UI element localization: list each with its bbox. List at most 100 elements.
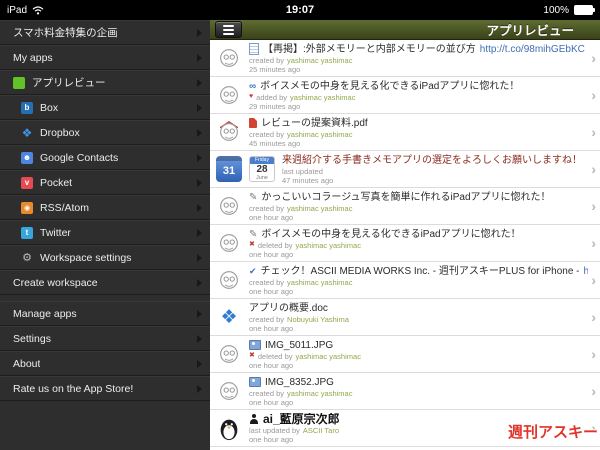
feed-item-time: one hour ago <box>249 324 588 333</box>
feed-item[interactable]: レビューの提案資料.pdf created by yashimac yashimac… <box>210 114 600 151</box>
feed-item-time: 45 minutes ago <box>249 139 588 148</box>
sidebar-item[interactable]: Rate us on the App Store! <box>0 376 210 401</box>
feed-item-time: one hour ago <box>249 287 588 296</box>
chevron-right-icon <box>197 53 202 62</box>
sidebar-item-label: RSS/Atom <box>40 201 90 214</box>
chevron-right-icon: › <box>591 235 596 251</box>
feed-item-meta: created by Nobuyuki Yashima <box>249 315 588 324</box>
feed-item-title: IMG_8352.JPG <box>249 376 588 389</box>
feed-item-title-text: かっこいいコラージュ写真を簡単に作れるiPadアプリに惚れた！ <box>261 191 551 203</box>
feed-item-title-text: レビューの提案資料.pdf <box>261 117 368 129</box>
chevron-right-icon <box>197 253 202 262</box>
sidebar-item-label: Pocket <box>40 176 73 189</box>
timestamp: one hour ago <box>249 323 294 333</box>
sidebar-item[interactable]: Create workspace <box>0 270 210 295</box>
sidebar-item[interactable]: スマホ料金特集の企画 <box>0 20 210 45</box>
chevron-right-icon: › <box>591 383 596 399</box>
feed-item-content: レビューの提案資料.pdf created by yashimac yashimac… <box>249 117 588 148</box>
feed-item-time: one hour ago <box>249 398 588 407</box>
feed-item-link[interactable]: http://t.co/jbChY… <box>584 265 589 278</box>
chevron-right-icon <box>197 128 202 137</box>
avatar-sketch <box>216 119 242 145</box>
feed-item-meta: ✖ deleted by yashimac yashimac <box>249 241 588 250</box>
feed-item-title-text: IMG_8352.JPG <box>265 376 334 388</box>
chevron-right-icon <box>197 384 202 393</box>
feed-item[interactable]: IMG_8352.JPG created by yashimac yashimac o… <box>210 373 600 410</box>
sidebar-item[interactable]: v Pocket <box>0 170 210 195</box>
deleted-icon: ✖ <box>249 352 255 359</box>
feed-item-content: 【再掲】:外部メモリーと内部メモリーの並び方 http://t.co/98mih… <box>249 43 588 74</box>
feed-item-meta: created by yashimac yashimac <box>249 56 588 65</box>
sidebar-item[interactable]: ☻ Google Contacts <box>0 145 210 170</box>
event-date-card: Friday 28 June <box>249 156 275 182</box>
watermark: 週刊アスキー <box>507 424 598 441</box>
sidebar-item-label: Twitter <box>40 226 71 239</box>
event-date-weekday: Friday <box>250 157 274 164</box>
sidebar-item[interactable]: t Twitter <box>0 220 210 245</box>
list-toggle-button[interactable] <box>215 21 242 38</box>
feed-item-meta-prefix: created by <box>249 129 285 139</box>
sidebar-item[interactable]: Manage apps <box>0 301 210 326</box>
sidebar-item[interactable]: b Box <box>0 95 210 120</box>
sidebar-item-label: Workspace settings <box>40 251 132 264</box>
feed-item-meta: created by yashimac yashimac <box>249 130 588 139</box>
feed-list[interactable]: 【再掲】:外部メモリーと内部メモリーの並び方 http://t.co/98mih… <box>210 40 600 450</box>
feed-item-content: IMG_5011.JPG ✖ deleted by yashimac yashimac… <box>249 339 588 370</box>
feed-item-content: 来週紹介する手書きメモアプリの選定をよろしくお願いしますね！ last updat… <box>282 154 588 185</box>
sidebar-item-label: About <box>13 357 41 370</box>
feed-item-meta-prefix: added by <box>256 92 288 102</box>
timestamp: one hour ago <box>249 434 294 444</box>
sidebar-item[interactable]: About <box>0 351 210 376</box>
sidebar-item[interactable]: ❖ Dropbox <box>0 120 210 145</box>
heart-icon: ♥ <box>249 93 254 100</box>
feed-item-author: yashimac yashimac <box>287 55 353 65</box>
feed-item-meta: created by yashimac yashimac <box>249 204 588 213</box>
doc-icon <box>249 43 259 55</box>
chevron-right-icon: › <box>591 346 596 362</box>
feed-item[interactable]: 31 Friday 28 June 来週紹介する手書きメモアプリの選定をよろしくお願いし… <box>210 151 600 188</box>
feed-item-author: yashimac yashimac <box>295 351 361 361</box>
feed-item-title-text: 【再掲】:外部メモリーと内部メモリーの並び方 <box>263 43 476 55</box>
timestamp: 47 minutes ago <box>282 175 334 185</box>
feed-item[interactable]: ボイスメモの中身を見える化できるiPadアプリに惚れた！♥added byyas… <box>210 77 600 114</box>
event-date-month: June <box>256 175 268 181</box>
feed-item[interactable]: ❖ アプリの概要.doc created by Nobuyuki Yashima one… <box>210 299 600 336</box>
sidebar-item[interactable]: My apps <box>0 45 210 70</box>
avatar-sketch <box>216 267 242 293</box>
feed-item-author: yashimac yashimac <box>287 203 353 213</box>
chevron-right-icon: › <box>591 161 596 177</box>
feed-item-time: 25 minutes ago <box>249 65 588 74</box>
feed-item-title: アプリの概要.doc <box>249 302 588 315</box>
feed-item-meta-prefix: created by <box>249 203 285 213</box>
feed-item[interactable]: IMG_5011.JPG ✖ deleted by yashimac yashimac… <box>210 336 600 373</box>
rss-icon: ◉ <box>21 201 33 214</box>
timestamp: one hour ago <box>249 360 294 370</box>
chevron-right-icon <box>197 278 202 287</box>
feed-item[interactable]: 【再掲】:外部メモリーと内部メモリーの並び方 http://t.co/98mih… <box>210 40 600 77</box>
note-icon <box>249 228 257 241</box>
sidebar-item[interactable]: ⚙ Workspace settings <box>0 245 210 270</box>
chevron-right-icon <box>197 28 202 37</box>
sidebar-item[interactable]: アプリレビュー <box>0 70 210 95</box>
feed-item-time: one hour ago <box>249 250 588 259</box>
app-window: スマホ料金特集の企画 My apps アプリレビュー b Box ❖ Dropbox ☻ Goo… <box>0 20 600 450</box>
feed-item-title: チェック！ASCII MEDIA WORKS Inc. - 週刊アスキーPLUS… <box>249 265 589 278</box>
feed-item-meta: ♥ added by yashimac yashimac <box>249 93 588 102</box>
gcontacts-icon: ☻ <box>21 151 33 164</box>
chevron-right-icon <box>197 359 202 368</box>
feed-item-title-text: チェック！ASCII MEDIA WORKS Inc. - 週刊アスキーPLUS… <box>260 265 580 277</box>
sidebar-item[interactable]: ◉ RSS/Atom <box>0 195 210 220</box>
list-icon <box>223 28 234 31</box>
feed-item-title: レビューの提案資料.pdf <box>249 117 588 130</box>
feed-item-title: IMG_5011.JPG <box>249 339 588 352</box>
feed-item-content: ボイスメモの中身を見える化できるiPadアプリに惚れた！♥added byyas… <box>249 80 588 111</box>
timestamp: one hour ago <box>249 286 294 296</box>
feed-item-content: かっこいいコラージュ写真を簡単に作れるiPadアプリに惚れた！created b… <box>249 191 588 222</box>
feed-item-link[interactable]: http://t.co/98mihGEbKC <box>480 43 585 56</box>
feed-item[interactable]: かっこいいコラージュ写真を簡単に作れるiPadアプリに惚れた！created b… <box>210 188 600 225</box>
sidebar-item[interactable]: Settings <box>0 326 210 351</box>
dropbox-icon: ❖ <box>21 125 33 140</box>
chevron-right-icon: › <box>591 87 596 103</box>
feed-item[interactable]: ボイスメモの中身を見える化できるiPadアプリに惚れた！✖deleted byy… <box>210 225 600 262</box>
feed-item[interactable]: チェック！ASCII MEDIA WORKS Inc. - 週刊アスキーPLUS… <box>210 262 600 299</box>
